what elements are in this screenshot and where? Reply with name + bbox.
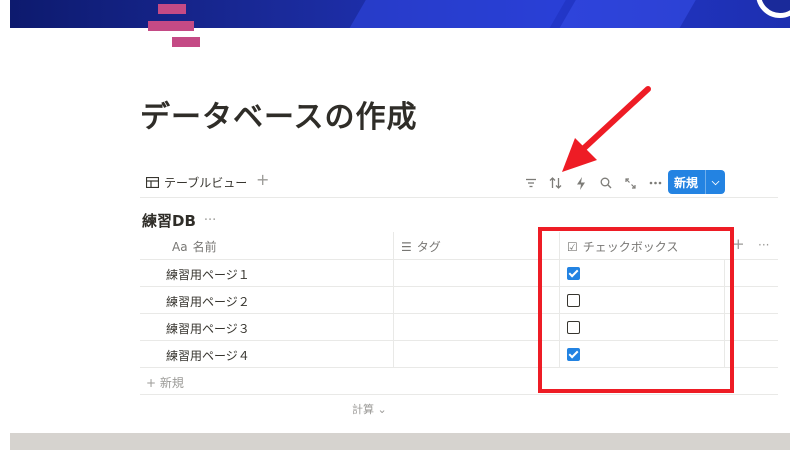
- page-title[interactable]: データベースの作成: [140, 92, 418, 136]
- search-icon[interactable]: [593, 174, 618, 192]
- table-icon: [146, 177, 159, 188]
- add-view-button[interactable]: +: [256, 170, 269, 189]
- row-name[interactable]: 練習用ページ３: [166, 320, 250, 337]
- view-bar: テーブルビュー + 新規 ⌵: [140, 168, 778, 198]
- column-label: タグ: [416, 240, 441, 254]
- row-name[interactable]: 練習用ページ２: [166, 293, 250, 310]
- column-divider: [393, 314, 394, 340]
- new-button-label: 新規: [674, 175, 699, 190]
- column-header-name[interactable]: Aa 名前: [172, 238, 217, 255]
- tab-label: テーブルビュー: [164, 176, 248, 190]
- column-divider: [393, 341, 394, 367]
- page-cover[interactable]: [10, 0, 790, 28]
- cover-shape: [348, 0, 572, 28]
- page-icon[interactable]: [148, 4, 204, 50]
- column-label: 名前: [192, 240, 217, 254]
- cover-shape: [558, 0, 702, 28]
- new-button[interactable]: 新規 ⌵: [668, 170, 725, 194]
- icon-bar: [172, 37, 200, 47]
- tab-table-view[interactable]: テーブルビュー: [146, 174, 247, 191]
- calculate-label: 計算 ⌄: [352, 403, 387, 416]
- cover-logo: [756, 0, 790, 18]
- filter-icon[interactable]: [518, 174, 543, 192]
- list-type-icon: ☰: [401, 239, 412, 254]
- calculate-button[interactable]: 計算 ⌄: [140, 395, 778, 421]
- icon-bar: [158, 4, 186, 14]
- column-divider: [393, 232, 394, 259]
- row-name[interactable]: 練習用ページ４: [166, 347, 250, 364]
- column-divider: [393, 260, 394, 286]
- row-name[interactable]: 練習用ページ１: [166, 266, 250, 283]
- column-divider: [393, 287, 394, 313]
- column-header-tag[interactable]: ☰ タグ: [401, 238, 441, 255]
- database-title-text: 練習DB: [142, 212, 196, 230]
- text-type-icon: Aa: [172, 239, 188, 254]
- sort-icon[interactable]: [543, 174, 568, 192]
- bottom-divider: [10, 433, 790, 450]
- icon-bar: [148, 21, 194, 31]
- annotation-highlight-box: [538, 227, 734, 393]
- chevron-down-icon[interactable]: ⌵: [706, 177, 725, 188]
- more-icon[interactable]: [643, 174, 668, 192]
- database-more-button[interactable]: ···: [204, 213, 216, 228]
- add-row-label: + 新規: [146, 376, 184, 390]
- expand-icon[interactable]: [618, 174, 643, 192]
- database-title[interactable]: 練習DB ···: [142, 210, 216, 231]
- automation-icon[interactable]: [568, 174, 593, 192]
- column-more-button[interactable]: ···: [758, 238, 769, 252]
